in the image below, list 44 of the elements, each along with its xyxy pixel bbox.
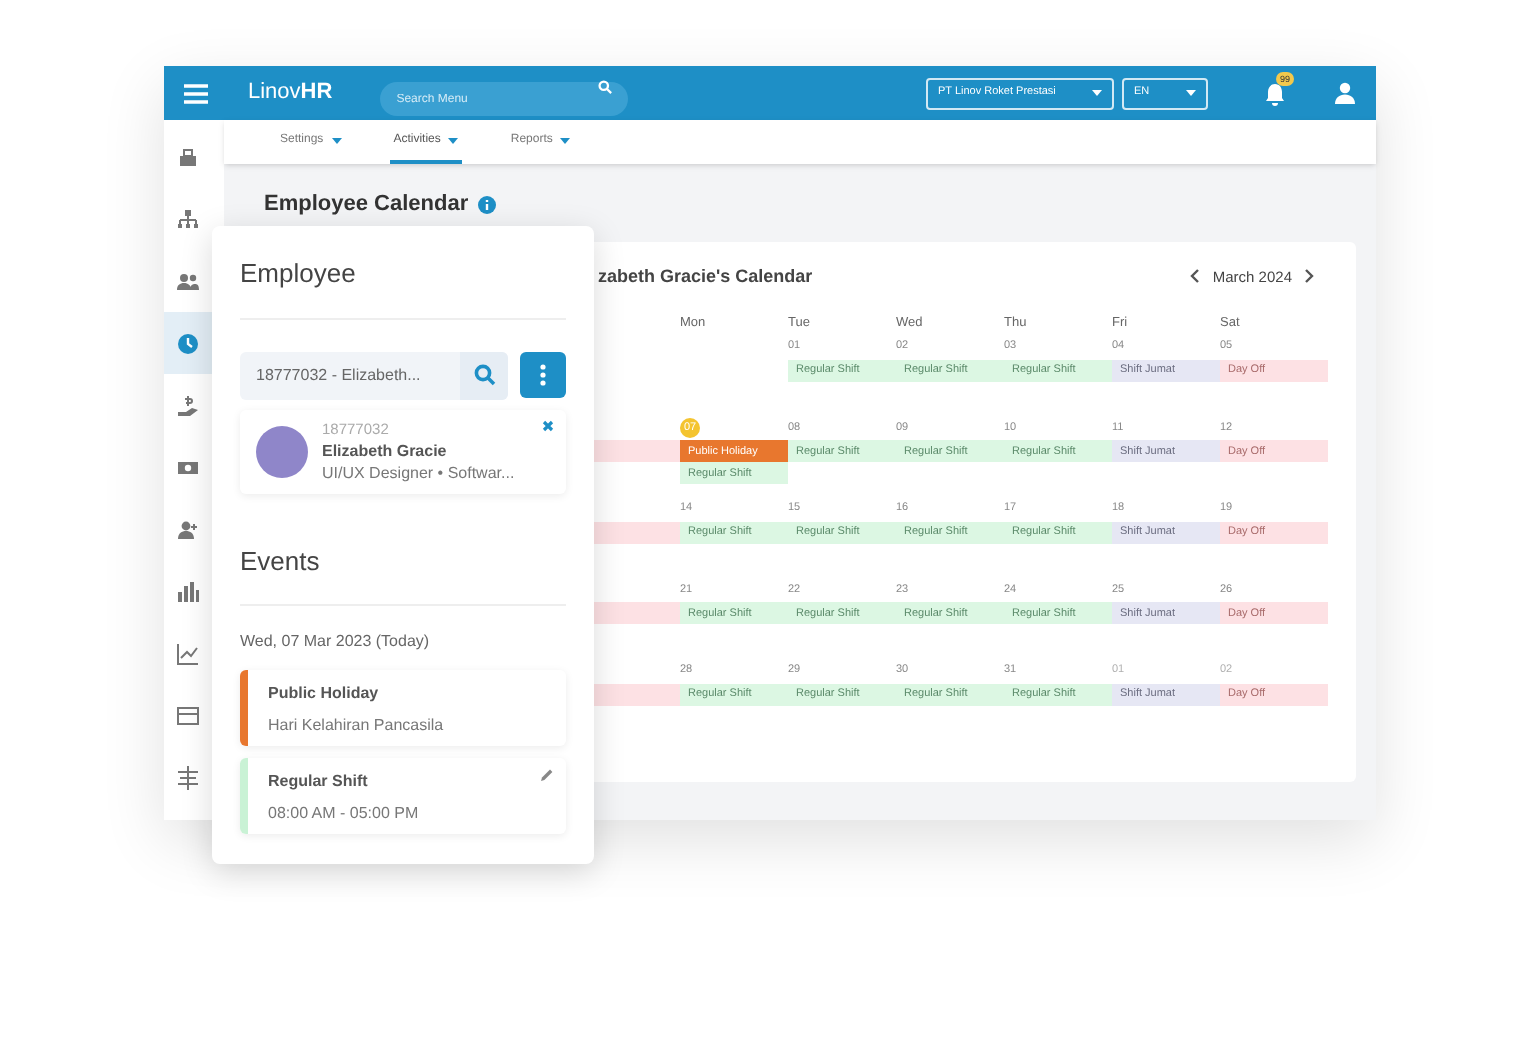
event-card[interactable]: Public Holiday Hari Kelahiran Pancasila [240,670,566,746]
chevron-left-icon[interactable] [1188,268,1201,285]
people-icon [176,269,200,293]
caret-icon [448,137,459,143]
event-title: Public Holiday [268,682,379,706]
avatar [256,425,308,477]
card-icon [176,703,200,727]
caret-icon [1186,90,1196,96]
menu-icon[interactable] [184,83,208,103]
chevron-right-icon[interactable] [1304,268,1316,285]
panel-title: Employee [240,256,358,292]
page-title: Employee Calendar [264,190,469,220]
event-date: Wed, 07 Mar 2023 (Today) [240,630,432,654]
hand-coin-icon [176,393,200,417]
event-card[interactable]: Regular Shift 08:00 AM - 05:00 PM [240,758,566,834]
sidebar-item[interactable] [164,312,212,374]
more-button[interactable] [520,351,566,397]
search-icon[interactable] [473,364,495,386]
event-detail: Hari Kelahiran Pancasila [268,714,446,738]
caret-icon [560,137,571,143]
logo: LinovHR [248,78,333,109]
search-icon [598,79,613,93]
grid-icon [176,765,200,789]
employee-search-field[interactable]: 18777032 - Elizabeth... [240,351,508,399]
employee-name: Elizabeth Gracie [322,440,449,462]
clock-icon [176,331,200,355]
pencil-icon[interactable] [540,768,554,782]
bell-icon[interactable] [1264,81,1286,105]
event-detail: 08:00 AM - 05:00 PM [268,802,421,826]
org-chart-icon [176,207,200,231]
line-chart-icon [176,641,200,665]
calendar-title: zabeth Gracie's Calendar [598,263,813,289]
event-title: Regular Shift [268,770,368,794]
caret-icon [1092,90,1102,96]
info-icon[interactable] [478,195,497,214]
briefcase-icon [176,145,200,169]
user-icon[interactable] [1334,82,1356,104]
add-user-icon [176,517,200,541]
employee-role: UI/UX Designer • Softwar... [322,462,515,484]
more-icon [540,363,546,385]
section-title: Events [240,543,322,579]
caret-icon [331,137,342,143]
bar-chart-icon [176,579,200,603]
close-icon[interactable] [542,419,554,431]
